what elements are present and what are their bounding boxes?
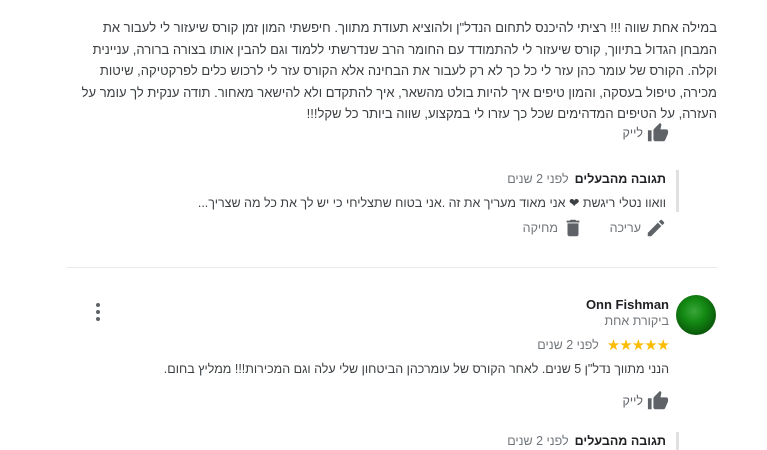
like-button[interactable]: לייק	[623, 390, 670, 412]
divider	[67, 267, 717, 268]
delete-reply-button[interactable]: מחיקה	[523, 217, 584, 239]
rating-row: ★★★★★ לפני 2 שנים	[537, 336, 670, 354]
owner-reply-time: לפני 2 שנים	[507, 172, 569, 186]
owner-reply-title: תגובה מהבעלים	[574, 434, 666, 448]
reviewer-name[interactable]: Onn Fishman	[586, 296, 669, 314]
like-label: לייק	[622, 126, 644, 140]
review-text: במילה אחת שווה !!! רציתי להיכנס לתחום הנ…	[81, 20, 717, 121]
pencil-icon	[647, 219, 665, 237]
like-label: לייק	[622, 394, 644, 408]
trash-icon	[566, 219, 580, 237]
delete-label: מחיקה	[522, 221, 558, 235]
thumbs-up-icon	[647, 122, 669, 142]
thumbs-up-icon	[647, 390, 669, 410]
owner-reply: תגובה מהבעלים לפני 2 שנים	[66, 432, 679, 450]
owner-reply-text: וואוו נטלי ריגשת ❤ אני מאוד מעריך את זה …	[197, 196, 666, 210]
star-rating: ★★★★★	[606, 337, 670, 354]
more-options-icon[interactable]	[96, 303, 100, 321]
reviewer-name-text[interactable]: Onn Fishman	[586, 297, 669, 312]
review-text: הנני מתווך נדל"ן 5 שנים. לאחר הקורס של ע…	[163, 362, 669, 376]
like-button[interactable]: לייק	[623, 122, 670, 144]
owner-reply-time: לפני 2 שנים	[507, 434, 569, 448]
avatar[interactable]	[676, 295, 716, 335]
edit-reply-button[interactable]: עריכה	[610, 217, 667, 239]
owner-reply-title: תגובה מהבעלים	[574, 172, 666, 186]
owner-reply: תגובה מהבעלים לפני 2 שנים וואוו נטלי ריגש…	[66, 170, 679, 212]
edit-label: עריכה	[609, 221, 641, 235]
reviewer-review-count: ביקורת אחת	[604, 314, 669, 328]
review-time: לפני 2 שנים	[537, 338, 599, 352]
